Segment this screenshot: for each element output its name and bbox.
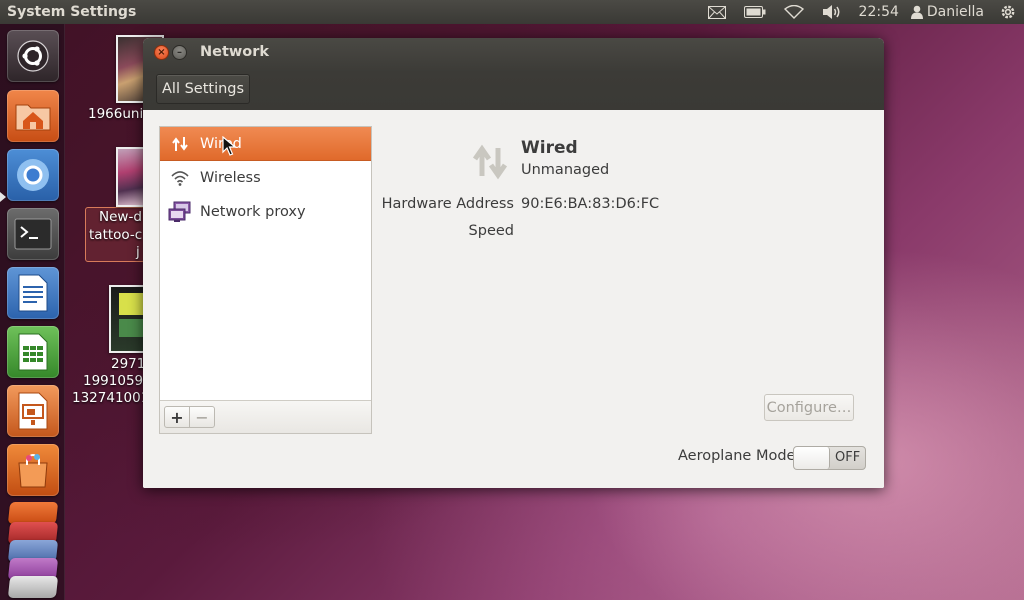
network-content: Wired Wireless Network proxy + − Wired U…: [143, 110, 884, 488]
wired-large-icon: [471, 142, 511, 186]
calc-spreadsheet-icon: [18, 333, 48, 371]
user-icon: [910, 5, 923, 19]
list-item-label: Wireless: [200, 170, 261, 186]
dash-home-button[interactable]: [7, 30, 59, 82]
writer-document-icon: [18, 274, 48, 312]
volume-icon[interactable]: [813, 0, 851, 24]
desktop-icon-label-1[interactable]: 1966uni: [88, 106, 148, 122]
network-proxy-icon: [160, 201, 200, 223]
desktop-icon-label-2b[interactable]: tattoo-c: [89, 227, 142, 243]
desktop-icon-label-2a[interactable]: New-d: [99, 209, 142, 225]
add-connection-button[interactable]: +: [164, 406, 190, 428]
terminal-icon: [14, 218, 52, 250]
libreoffice-impress-button[interactable]: [7, 385, 59, 437]
desktop-icon-label-3a[interactable]: 2971: [111, 356, 145, 372]
indicator-area: 22:54 Daniella: [699, 0, 1024, 24]
list-item-label: Network proxy: [200, 204, 306, 220]
wireless-icon: [160, 169, 200, 187]
list-item-wireless[interactable]: Wireless: [160, 161, 371, 195]
aeroplane-mode-toggle[interactable]: OFF: [793, 446, 866, 470]
list-item-network-proxy[interactable]: Network proxy: [160, 195, 371, 229]
home-folder-icon: [15, 104, 51, 131]
connection-status: Unmanaged: [521, 162, 610, 178]
minimize-button[interactable]: –: [172, 45, 187, 60]
remove-connection-button[interactable]: −: [189, 406, 215, 428]
hardware-address-value: 90:E6:BA:83:D6:FC: [521, 196, 660, 212]
desktop-icon-label-3b[interactable]: 1991059: [83, 373, 143, 389]
terminal-button[interactable]: [7, 208, 59, 260]
window-titlebar[interactable]: × – Network: [143, 38, 884, 72]
network-window: × – Network All Settings Wired Wireless …: [143, 38, 884, 488]
app-title: System Settings: [7, 4, 137, 20]
speed-label: Speed: [468, 223, 514, 239]
files-home-folder-button[interactable]: [7, 90, 59, 142]
chromium-browser-button[interactable]: [7, 149, 59, 201]
active-app-indicator: [0, 192, 6, 202]
connection-name: Wired: [521, 138, 578, 158]
gear-icon[interactable]: [992, 0, 1024, 24]
libreoffice-writer-button[interactable]: [7, 267, 59, 319]
stack-item-grey: [7, 576, 59, 598]
minimize-icon: –: [177, 46, 182, 58]
user-menu[interactable]: Daniella: [907, 4, 992, 20]
configure-button[interactable]: Configure…: [764, 394, 854, 421]
close-button[interactable]: ×: [154, 45, 169, 60]
stack-item-ubuntu-one: [7, 502, 59, 524]
libreoffice-calc-button[interactable]: [7, 326, 59, 378]
close-icon: ×: [157, 46, 166, 58]
list-toolbar: + −: [160, 400, 371, 433]
aeroplane-mode-label: Aeroplane Mode: [678, 448, 796, 464]
toggle-state: OFF: [835, 450, 861, 465]
mail-icon[interactable]: [699, 0, 735, 24]
chromium-icon: [17, 159, 49, 191]
launcher: [0, 24, 65, 600]
impress-presentation-icon: [18, 392, 48, 430]
battery-icon[interactable]: [735, 0, 775, 24]
toggle-knob[interactable]: [794, 447, 830, 469]
connection-list: Wired Wireless Network proxy: [160, 127, 371, 400]
mouse-cursor-icon: [222, 136, 236, 156]
desktop-thumbnail-screenshot[interactable]: [109, 285, 145, 353]
list-item-wired[interactable]: Wired: [160, 127, 371, 161]
desktop-thumbnail-tattoo-2[interactable]: [116, 147, 146, 207]
launcher-overflow-stack[interactable]: [7, 502, 59, 600]
shopping-bag-icon: [18, 454, 48, 488]
desktop-icon-label-2c[interactable]: j: [136, 244, 140, 260]
ubuntu-logo-icon: [17, 40, 49, 72]
wired-icon: [160, 134, 200, 154]
ubuntu-software-center-button[interactable]: [7, 444, 59, 496]
window-toolbar: All Settings: [143, 72, 884, 110]
wifi-icon[interactable]: [775, 0, 813, 24]
hardware-address-label: Hardware Address: [381, 196, 514, 212]
top-panel: System Settings 22:54 Daniella: [0, 0, 1024, 24]
all-settings-button[interactable]: All Settings: [156, 74, 251, 104]
connection-list-pane: Wired Wireless Network proxy + −: [159, 126, 372, 434]
user-name: Daniella: [926, 4, 984, 20]
clock[interactable]: 22:54: [851, 0, 907, 24]
window-title: Network: [200, 44, 270, 60]
